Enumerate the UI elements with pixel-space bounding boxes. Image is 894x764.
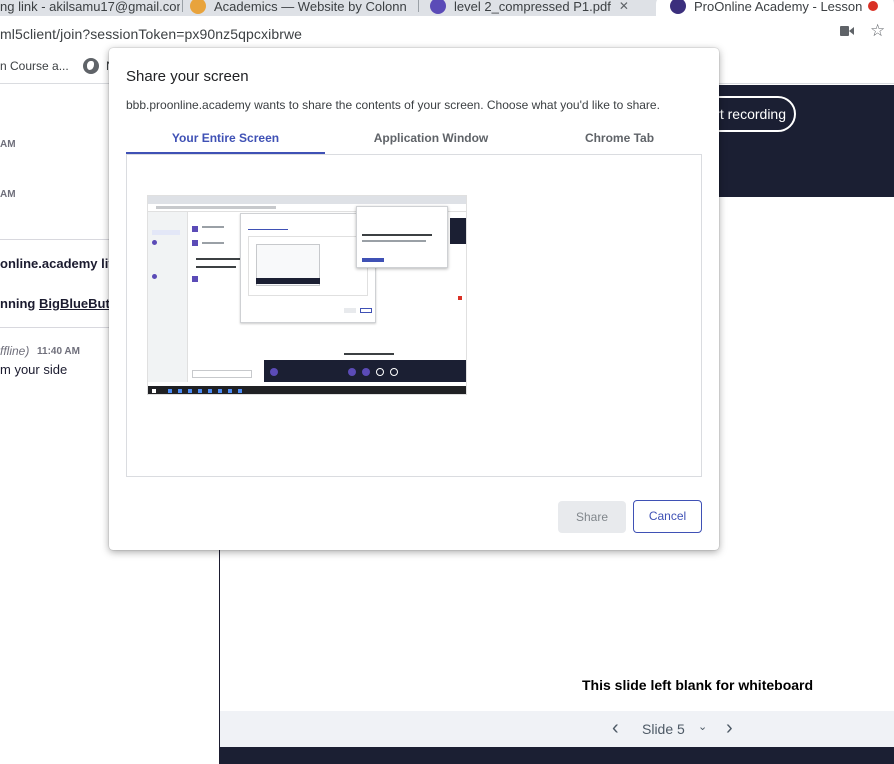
thumb-slide-text [344, 353, 394, 355]
thumb-nested-bar [256, 278, 320, 284]
tab-title: Academics — Website by Colonn [214, 0, 407, 14]
camera-icon[interactable] [840, 26, 854, 36]
thumb-sidebar [148, 212, 188, 382]
entire-screen-thumbnail[interactable] [147, 195, 467, 395]
thumb-popup-text [362, 234, 432, 236]
tab-chrome-tab[interactable]: Chrome Tab [537, 131, 702, 145]
tab-separator [418, 0, 419, 12]
globe-icon [83, 58, 99, 74]
screen-preview-area [126, 155, 702, 477]
thumb-dialog-tab [248, 229, 288, 230]
browser-tab-strip: ng link - akilsamu17@gmail.com ✕ Academi… [0, 0, 894, 16]
thumb-action-button [270, 368, 278, 376]
welcome-message: nning BigBlueButt [0, 296, 114, 311]
thumb-avatar [152, 240, 157, 245]
chat-timestamp: AM [0, 189, 16, 200]
tab-entire-screen[interactable]: Your Entire Screen [126, 131, 325, 145]
chevron-down-icon[interactable]: ⌄ [698, 722, 707, 733]
thumb-url [156, 206, 276, 209]
thumb-action-button [362, 368, 370, 376]
tab-application-window[interactable]: Application Window [325, 131, 537, 145]
actions-bar [220, 747, 894, 764]
thumb-avatar [192, 240, 198, 246]
thumb-text [202, 226, 224, 228]
thumb-start-icon [152, 389, 156, 393]
divider [0, 327, 110, 328]
thumb-text [196, 258, 240, 260]
welcome-text: nning [0, 296, 39, 311]
thumb-avatar [152, 274, 157, 279]
slide-selector[interactable]: Slide 5 [642, 721, 685, 737]
thumb-action-button [348, 368, 356, 376]
bigbluebutton-link[interactable]: BigBlueButt [39, 296, 114, 311]
dialog-title: Share your screen [126, 68, 249, 85]
star-icon[interactable]: ☆ [870, 22, 885, 39]
site-favicon-icon [670, 0, 686, 14]
chevron-right-icon[interactable]: › [726, 718, 733, 738]
tab-title: ProOnline Academy - Lesson [694, 0, 863, 14]
tab-title: level 2_compressed P1.pdf [454, 0, 611, 14]
thumb-chat-input [192, 370, 252, 378]
thumb-text [202, 242, 224, 244]
chat-message: m your side [0, 362, 68, 377]
thumb-cancel-button [360, 308, 372, 313]
share-screen-dialog: Share your screen bbb.proonline.academy … [109, 48, 719, 550]
url-field[interactable]: ml5client/join?sessionToken=px90nz5qpcxi… [0, 26, 302, 42]
thumb-taskbar-icons [168, 389, 248, 393]
chat-timestamp: AM [0, 139, 16, 150]
tab-title: ng link - akilsamu17@gmail.com [0, 0, 180, 14]
dialog-description: bbb.proonline.academy wants to share the… [126, 98, 660, 112]
browser-tab-active[interactable]: ProOnline Academy - Lesson [656, 0, 894, 16]
thumb-avatar [192, 276, 198, 282]
selected-tab-indicator [126, 152, 325, 154]
thumb-tabstrip [148, 196, 466, 204]
site-favicon-icon [190, 0, 206, 14]
thumb-avatar [192, 226, 198, 232]
tab-separator [182, 0, 183, 12]
address-bar: ml5client/join?sessionToken=px90nz5qpcxi… [0, 16, 894, 52]
slide-text: This slide left blank for whiteboard [582, 677, 814, 693]
pdf-favicon-icon [430, 0, 446, 14]
browser-tab[interactable]: ng link - akilsamu17@gmail.com ✕ [0, 0, 180, 16]
thumb-sidebar-item [152, 230, 180, 235]
bookmark-item[interactable]: n Course a... [0, 59, 69, 73]
thumb-action-button [390, 368, 398, 376]
thumb-popup-button [362, 258, 384, 262]
thumb-action-button [376, 368, 384, 376]
cancel-button[interactable]: Cancel [633, 500, 702, 533]
browser-tab[interactable]: Academics — Website by Colonn ✕ [190, 0, 412, 16]
user-status-offline: ffline) [0, 344, 30, 358]
welcome-message: online.academy liv [0, 256, 116, 271]
thumb-text [196, 266, 236, 268]
thumb-popup-text [362, 240, 426, 242]
slide-navigation-bar [220, 711, 894, 747]
close-icon[interactable]: ✕ [619, 0, 629, 13]
browser-tab[interactable]: level 2_compressed P1.pdf ✕ [430, 0, 650, 16]
thumb-share-button [344, 308, 356, 313]
share-button[interactable]: Share [558, 501, 626, 533]
chevron-left-icon[interactable]: ‹ [612, 718, 619, 738]
chat-timestamp: 11:40 AM [37, 346, 80, 357]
recording-indicator-icon [868, 1, 879, 11]
thumb-topbar [450, 218, 466, 244]
thumb-tool [458, 296, 462, 300]
